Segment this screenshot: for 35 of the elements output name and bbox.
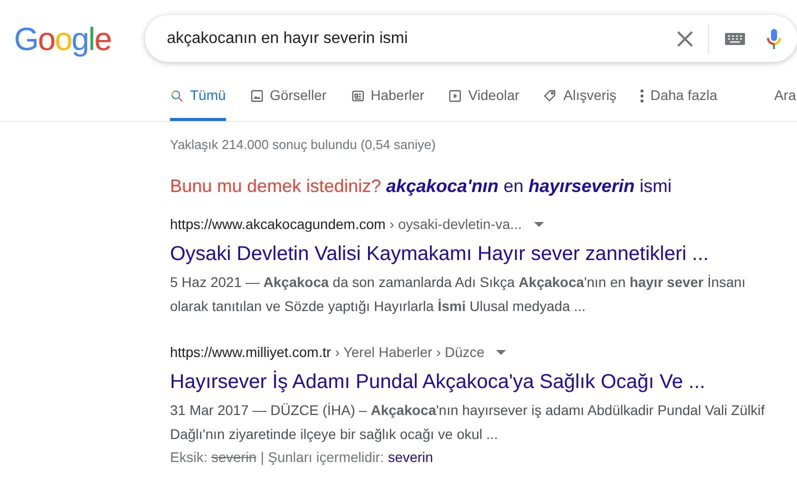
tab[interactable]: Görseller bbox=[250, 85, 327, 121]
tab[interactable]: Daha fazla bbox=[640, 85, 718, 121]
result-url[interactable]: https://www.milliyet.com.tr bbox=[170, 342, 332, 362]
result-snippet: 5 Haz 2021 — Akçakoca da son zamanlarda Adı Sıkça Akçakoca'nın en hayır sever İnsanı olarak tanıtılan ve Sözde yaptığı Hayırlarla İsmi Ulusal medyada ... bbox=[170, 272, 747, 316]
must-include-label: | Şunları içermelidir: bbox=[260, 448, 384, 467]
caret-icon[interactable] bbox=[534, 222, 544, 226]
microphone-icon[interactable] bbox=[767, 28, 781, 50]
more-icon bbox=[640, 88, 644, 102]
result-stats: Yaklaşık 214.000 sonuç bulundu (0,54 saniye) bbox=[170, 136, 437, 154]
tag-icon bbox=[543, 88, 558, 102]
play-icon bbox=[448, 88, 462, 102]
result-url[interactable]: https://www.akcakocagundem.com bbox=[170, 214, 386, 234]
tab[interactable]: Tümü bbox=[170, 85, 226, 121]
close-icon[interactable] bbox=[676, 30, 694, 48]
caret-icon[interactable] bbox=[496, 350, 506, 354]
result-title[interactable]: Hayırsever İş Adamı Pundal Akçakoca'ya Sağlık Ocağı Ve ... bbox=[170, 366, 777, 396]
result-snippet: 31 Mar 2017 — DÜZCE (İHA) – Akçakoca'nın hayırsever iş adamı Abdülkadir Pundal Vali Zülkif Dağlı'nın ziyaretinde ilçeye bir sağlık ocağı ve okul ... bbox=[170, 400, 766, 444]
tab[interactable]: Haberler bbox=[350, 85, 424, 121]
tab[interactable]: Ara bbox=[774, 85, 796, 121]
search-field[interactable]: akçakocanın en hayır severin ismi bbox=[144, 15, 797, 62]
search-icon bbox=[170, 88, 184, 102]
tab[interactable]: Videolar bbox=[448, 85, 520, 121]
image-icon bbox=[250, 88, 264, 102]
missing-label: Eksik: bbox=[170, 448, 208, 466]
newspaper-icon bbox=[350, 88, 365, 102]
tab[interactable]: Alışveriş bbox=[543, 85, 616, 121]
result-title[interactable]: Oysaki Devletin Valisi Kaymakamı Hayır sever zannetikleri ... bbox=[170, 238, 777, 268]
keyboard-icon[interactable] bbox=[725, 32, 745, 44]
suggestion-link[interactable]: akçakoca'nın en hayırseverin ismi bbox=[386, 172, 672, 200]
breadcrumb: › oysaki-devletin-va... bbox=[390, 214, 522, 234]
breadcrumb: › Yerel Haberler › Düzce bbox=[335, 342, 484, 362]
must-include-link[interactable]: severin bbox=[388, 446, 434, 468]
did-you-mean-label: Bunu mu demek istediniz? bbox=[170, 174, 382, 198]
missing-word: severin bbox=[211, 448, 256, 466]
google-logo[interactable]: Google bbox=[14, 22, 129, 54]
